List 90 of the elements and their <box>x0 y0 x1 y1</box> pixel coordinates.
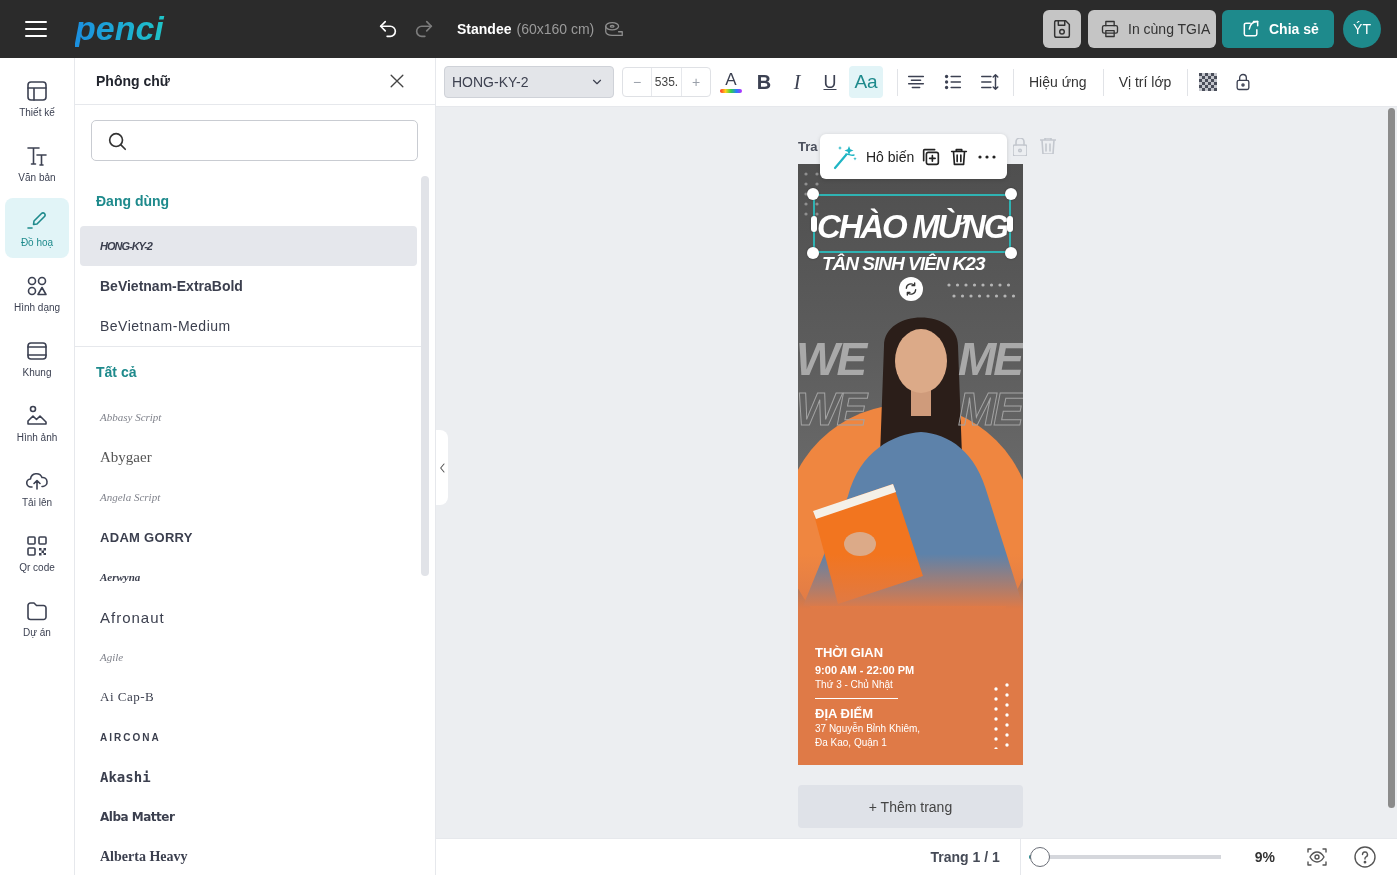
more-icon <box>978 154 997 159</box>
resize-handle[interactable] <box>807 188 819 200</box>
nav-item[interactable]: Văn bản <box>5 133 69 193</box>
nav-item[interactable]: Qr code <box>5 523 69 583</box>
line-spacing-icon <box>979 71 1001 93</box>
resize-handle[interactable] <box>807 247 819 259</box>
qr-code-icon <box>25 533 49 558</box>
font-option[interactable]: Angela Script <box>80 477 417 517</box>
add-page-button[interactable]: + Thêm trang <box>798 785 1023 828</box>
rotate-icon <box>903 281 919 297</box>
user-avatar[interactable]: ÝT <box>1343 10 1381 48</box>
scrollbar[interactable] <box>421 176 429 576</box>
days-text: Thứ 3 - Chủ Nhật <box>815 678 894 692</box>
background-lettering: WE <box>798 336 865 382</box>
nav-item[interactable]: Tải lên <box>5 458 69 518</box>
resize-handle[interactable] <box>1005 188 1017 200</box>
menu-button[interactable]: Vị trí lớp <box>1118 67 1172 97</box>
page-counter: Trang 1 / 1 <box>930 849 1000 865</box>
nav-item[interactable]: Khung <box>5 328 69 388</box>
resize-handle[interactable] <box>1007 216 1013 232</box>
share-button[interactable]: Chia sẻ <box>1222 10 1334 48</box>
address-text: Đa Kao, Quận 1 <box>815 736 888 750</box>
image-icon <box>25 403 49 428</box>
resize-handle[interactable] <box>811 216 817 232</box>
print-button[interactable]: In cùng TGIA <box>1088 10 1216 48</box>
spectrum-bar-icon <box>720 89 742 93</box>
help-icon <box>1353 845 1377 869</box>
font-option[interactable]: Akashi <box>80 757 417 797</box>
font-option[interactable]: Ai Cap-B <box>80 677 417 717</box>
font-option[interactable]: Afronaut <box>80 597 417 637</box>
layout-icon <box>25 78 49 103</box>
help-button[interactable] <box>1352 844 1378 870</box>
font-option[interactable]: ADAM GORRY <box>80 517 417 557</box>
background-lettering: WE <box>798 386 865 432</box>
save-icon <box>1051 18 1073 40</box>
section-heading: Đang dùng <box>95 192 171 211</box>
underline-button[interactable]: U <box>816 66 844 98</box>
nav-item[interactable]: Hình dạng <box>5 263 69 323</box>
font-option[interactable]: Alberta Heavy <box>80 837 417 875</box>
text-color-button[interactable]: A <box>717 66 745 98</box>
trash-icon <box>1040 137 1056 154</box>
font-option[interactable]: HONG-KY-2 <box>80 226 417 266</box>
subheadline-text: TÂN SINH VIÊN K23 <box>822 254 985 273</box>
undo-icon <box>377 18 399 40</box>
bold-button[interactable]: B <box>750 66 778 98</box>
font-option[interactable]: Abygaer <box>80 437 417 477</box>
nav-item[interactable]: Hình ảnh <box>5 393 69 453</box>
background-lettering: ME <box>958 336 1021 382</box>
document-title: Standee <box>457 21 512 37</box>
menu-button[interactable]: Hiệu ứng <box>1029 67 1087 97</box>
font-dropdown[interactable]: HONG-KY-2 <box>444 66 614 98</box>
zoom-percentage: 9% <box>1254 849 1275 865</box>
font-option[interactable]: BeVietnam-Medium <box>80 306 417 346</box>
dot-pattern-drawing <box>994 683 1010 749</box>
address-text: 37 Nguyễn Bỉnh Khiêm, <box>815 722 921 736</box>
font-option[interactable]: Abbasy Script <box>80 397 417 437</box>
font-option[interactable]: Agile <box>80 637 417 677</box>
font-option[interactable]: Alba Matter <box>80 797 417 837</box>
headline-text[interactable]: CHÀO MỪNG <box>817 210 1008 243</box>
save-button[interactable] <box>1043 10 1081 48</box>
document-size: (60x160 cm) <box>516 21 595 37</box>
font-option[interactable]: Aerwyna <box>80 557 417 597</box>
page-label: Tra <box>798 139 818 154</box>
time-text: 9:00 AM - 22:00 PM <box>815 663 916 678</box>
dot-pattern-drawing <box>947 283 1016 298</box>
checkerboard-icon <box>1199 73 1218 91</box>
font-size-field[interactable]: 535. <box>651 68 682 96</box>
italic-button[interactable]: I <box>783 66 811 98</box>
printer-icon <box>1100 19 1120 39</box>
font-option[interactable]: BeVietnam-ExtraBold <box>80 266 417 306</box>
slider-thumb[interactable] <box>1030 847 1051 867</box>
venue-heading: ĐỊA ĐIỂM <box>815 706 875 722</box>
share-icon <box>1241 19 1261 39</box>
nav-item[interactable]: Dự án <box>5 588 69 648</box>
panel-title: Phông chữ <box>96 73 170 89</box>
redo-icon <box>413 18 435 40</box>
nav-item[interactable]: Thiết kế <box>5 68 69 128</box>
lock-icon <box>1013 137 1027 156</box>
font-option[interactable]: AIRCONA <box>80 717 417 757</box>
scrollbar[interactable] <box>1388 108 1395 808</box>
time-heading: THỜI GIAN <box>815 645 885 661</box>
rotate-handle[interactable] <box>899 277 923 301</box>
resize-handle[interactable] <box>1005 247 1017 259</box>
section-heading: Tất cả <box>95 363 138 382</box>
menu-icon <box>25 21 47 37</box>
text-case-button[interactable]: Aa <box>849 66 883 98</box>
nav-item[interactable]: Đồ hoạ <box>5 198 69 258</box>
search-field[interactable] <box>91 120 418 161</box>
eye-icon <box>1305 845 1329 869</box>
magic-button[interactable]: Hô biến <box>831 142 915 171</box>
